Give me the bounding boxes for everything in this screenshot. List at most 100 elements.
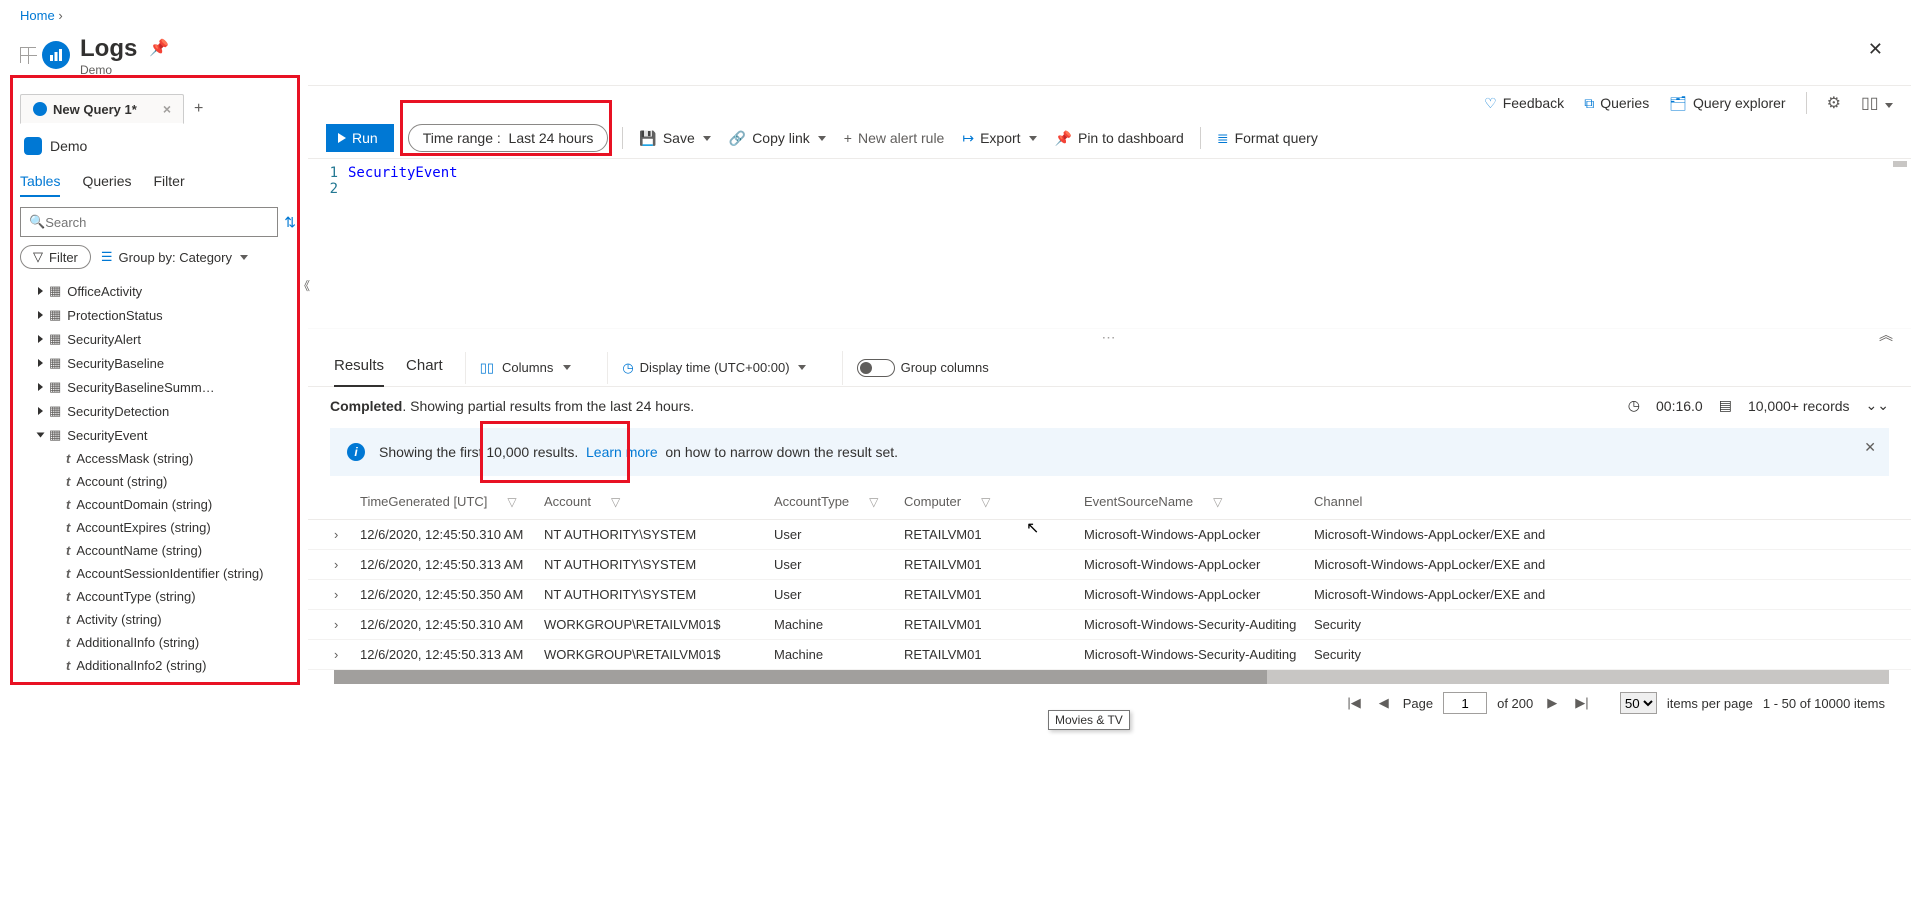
- run-button[interactable]: Run: [326, 124, 394, 152]
- col-header-computer[interactable]: Computer: [904, 494, 961, 509]
- query-editor[interactable]: 12 SecurityEvent: [308, 159, 1911, 329]
- caret-icon: [37, 433, 45, 438]
- tree-item[interactable]: ▦SecurityBaselineSumm…: [20, 375, 296, 399]
- tree-col-label: AccountName (string): [76, 543, 202, 558]
- minimap[interactable]: [1893, 161, 1907, 167]
- export-button[interactable]: ↦Export: [960, 126, 1038, 151]
- scroll-top-icon[interactable]: ︽: [1879, 325, 1895, 345]
- main-panel: ♡Feedback ⧉Queries 🗂Query explorer ⚙ ▯▯ …: [308, 85, 1911, 722]
- banner-close-icon[interactable]: ✕: [1864, 439, 1876, 456]
- table-row[interactable]: ›12/6/2020, 12:45:50.313 AMNT AUTHORITY\…: [308, 550, 1911, 580]
- filter-icon[interactable]: ▽: [869, 495, 878, 509]
- search-input-wrap[interactable]: 🔍: [20, 207, 278, 237]
- table-row[interactable]: ›12/6/2020, 12:45:50.310 AMNT AUTHORITY\…: [308, 520, 1911, 550]
- group-columns-toggle[interactable]: [857, 359, 895, 377]
- time-range-picker[interactable]: Time range : Last 24 hours: [408, 124, 609, 152]
- subtab-tables[interactable]: Tables: [20, 167, 60, 199]
- query-explorer-button[interactable]: 🗂Query explorer: [1669, 95, 1785, 112]
- tree-item-securityevent[interactable]: ▦SecurityEvent: [20, 423, 296, 447]
- col-header-account[interactable]: Account: [544, 494, 591, 509]
- panels-icon[interactable]: ▯▯: [1861, 93, 1893, 113]
- resize-handle[interactable]: ⋯ ︽: [308, 329, 1911, 343]
- tree-column[interactable]: tAccountDomain (string): [20, 493, 296, 516]
- filter-icon[interactable]: ▽: [981, 495, 990, 509]
- line-gutter: 12: [308, 165, 348, 322]
- col-header-time[interactable]: TimeGenerated [UTC]: [360, 494, 487, 509]
- pin-icon: 📌: [1055, 130, 1072, 147]
- save-button[interactable]: 💾Save: [637, 126, 712, 151]
- prev-page-button[interactable]: ◀: [1375, 693, 1393, 713]
- table-row[interactable]: ›12/6/2020, 12:45:50.310 AMWORKGROUP\RET…: [308, 610, 1911, 640]
- save-label: Save: [663, 130, 695, 146]
- tree-column[interactable]: tActivity (string): [20, 608, 296, 631]
- filter-icon[interactable]: ▽: [1213, 495, 1222, 509]
- tree-column[interactable]: tAccountSessionIdentifier (string): [20, 562, 296, 585]
- logs-app-icon: [42, 41, 70, 69]
- search-input[interactable]: [45, 215, 269, 230]
- tree-column[interactable]: tAccountExpires (string): [20, 516, 296, 539]
- close-tab-icon[interactable]: ×: [163, 101, 171, 117]
- timerange-label: Time range :: [423, 130, 501, 146]
- filter-icon[interactable]: ▽: [611, 495, 620, 509]
- feedback-button[interactable]: ♡Feedback: [1484, 95, 1564, 112]
- columns-button[interactable]: ▯▯ Columns: [465, 352, 586, 384]
- last-page-button[interactable]: ▶|: [1571, 693, 1592, 713]
- caret-icon: [38, 383, 43, 391]
- tree-column[interactable]: tAccount (string): [20, 470, 296, 493]
- copy-link-button[interactable]: 🔗Copy link: [727, 126, 828, 151]
- filter-icon[interactable]: ▽: [507, 495, 516, 509]
- code-area[interactable]: SecurityEvent: [348, 165, 1911, 322]
- close-button[interactable]: ✕: [1860, 35, 1891, 64]
- pin-icon[interactable]: 📌: [149, 40, 169, 57]
- new-alert-rule-button[interactable]: +New alert rule: [842, 126, 947, 150]
- os-tooltip: Movies & TV: [1048, 710, 1130, 730]
- tree-item[interactable]: ▦OfficeActivity: [20, 279, 296, 303]
- sort-icon[interactable]: ⇅: [284, 214, 296, 231]
- groupby-dropdown[interactable]: ☰ Group by: Category: [101, 249, 248, 265]
- pager-range: 1 - 50 of 10000 items: [1763, 696, 1885, 711]
- queries-button[interactable]: ⧉Queries: [1584, 95, 1649, 112]
- expand-row-icon[interactable]: ›: [334, 647, 338, 662]
- display-time-button[interactable]: ◷ Display time (UTC+00:00): [607, 352, 819, 384]
- expand-row-icon[interactable]: ›: [334, 617, 338, 632]
- tree-item[interactable]: ▦SecurityBaseline: [20, 351, 296, 375]
- subtab-queries[interactable]: Queries: [82, 167, 131, 199]
- expand-row-icon[interactable]: ›: [334, 587, 338, 602]
- subtab-filter[interactable]: Filter: [154, 167, 185, 199]
- table-row[interactable]: ›12/6/2020, 12:45:50.313 AMWORKGROUP\RET…: [308, 640, 1911, 670]
- learn-more-link[interactable]: Learn more: [586, 444, 658, 460]
- add-tab-button[interactable]: +: [184, 96, 213, 122]
- tree-col-label: AdditionalInfo (string): [76, 635, 199, 650]
- col-header-channel[interactable]: Channel: [1314, 494, 1362, 509]
- tree-column[interactable]: tAccessMask (string): [20, 447, 296, 470]
- page-input[interactable]: [1443, 692, 1487, 714]
- gear-icon[interactable]: ⚙: [1827, 93, 1841, 113]
- next-page-button[interactable]: ▶: [1543, 693, 1561, 713]
- col-header-eventsource[interactable]: EventSourceName: [1084, 494, 1193, 509]
- pin-to-dashboard-button[interactable]: 📌Pin to dashboard: [1053, 126, 1186, 151]
- tree-item[interactable]: ▦SecurityAlert: [20, 327, 296, 351]
- expand-row-icon[interactable]: ›: [334, 557, 338, 572]
- expand-chevron-icon[interactable]: ⌄⌄: [1866, 397, 1889, 414]
- tree-column[interactable]: tAdditionalInfo2 (string): [20, 654, 296, 677]
- tree-item[interactable]: ▦SecurityDetection: [20, 399, 296, 423]
- tree-column[interactable]: tAccountType (string): [20, 585, 296, 608]
- tree-label: SecurityEvent: [67, 428, 147, 443]
- filter-pill[interactable]: ▽ Filter: [20, 245, 91, 269]
- horizontal-scrollbar[interactable]: [334, 670, 1889, 684]
- tree-column[interactable]: tAccountName (string): [20, 539, 296, 562]
- table-row[interactable]: ›12/6/2020, 12:45:50.350 AMNT AUTHORITY\…: [308, 580, 1911, 610]
- tree-column[interactable]: tAdditionalInfo (string): [20, 631, 296, 654]
- scope-picker[interactable]: Demo: [20, 127, 296, 163]
- tab-results[interactable]: Results: [334, 349, 384, 386]
- tab-chart[interactable]: Chart: [406, 349, 443, 386]
- first-page-button[interactable]: |◀: [1343, 693, 1364, 713]
- tree-item[interactable]: ▦ProtectionStatus: [20, 303, 296, 327]
- sidebar-subtabs: Tables Queries Filter: [20, 163, 296, 199]
- col-header-accounttype[interactable]: AccountType: [774, 494, 849, 509]
- query-tab-new-query-1[interactable]: New Query 1* ×: [20, 94, 184, 124]
- expand-row-icon[interactable]: ›: [334, 527, 338, 542]
- breadcrumb-home[interactable]: Home: [20, 8, 55, 23]
- format-query-button[interactable]: ≣Format query: [1215, 126, 1320, 151]
- page-size-select[interactable]: 50: [1620, 692, 1657, 714]
